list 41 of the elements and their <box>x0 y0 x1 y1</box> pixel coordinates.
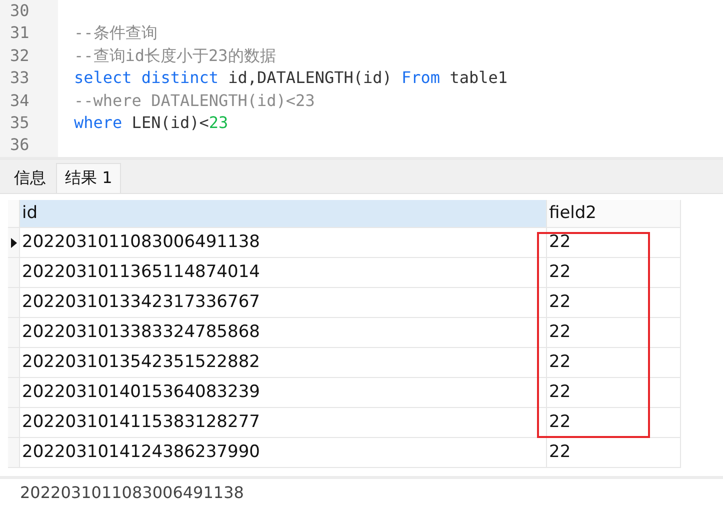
table-cell: 22 <box>547 258 681 288</box>
column-header[interactable]: field2 <box>547 200 681 228</box>
code-token: select distinct <box>74 67 218 90</box>
line-number: 35 <box>9 112 30 134</box>
table-cell: 2022031013542351522882 <box>20 348 547 378</box>
result-tab[interactable]: 信息 <box>6 163 54 193</box>
code-token: id,DATALENGTH(id) <box>227 67 393 90</box>
table-cell: 2022031011083006491138 <box>20 228 547 258</box>
table-cell: 2022031013383324785868 <box>20 318 547 348</box>
status-text: 2022031011083006491138 <box>20 483 244 502</box>
code-token: where <box>74 112 122 134</box>
result-tab[interactable]: 结果 1 <box>56 163 122 193</box>
table-cell: 22 <box>547 408 681 438</box>
line-number: 33 <box>9 67 30 90</box>
table-cell: 22 <box>547 318 681 348</box>
line-number: 36 <box>9 134 30 156</box>
table-cell: 2022031013342317336767 <box>20 288 547 318</box>
code-token: 23 <box>208 112 228 134</box>
corner-cell <box>8 200 20 228</box>
line-number: 34 <box>9 90 30 112</box>
code-token: LEN(id)< <box>130 112 209 134</box>
table-cell: 22 <box>547 378 681 408</box>
code-token: --查询id长度小于23的数据 <box>74 44 276 67</box>
row-pointer-icon <box>10 238 16 248</box>
table-cell: 22 <box>547 288 681 318</box>
line-number: 32 <box>9 44 30 67</box>
table-cell: 2022031014015364083239 <box>20 378 547 408</box>
line-number: 30 <box>9 0 30 22</box>
row-selector[interactable] <box>8 228 20 258</box>
code-token: --条件查询 <box>74 22 158 44</box>
table-cell: 22 <box>547 348 681 378</box>
table-cell: 2022031014115383128277 <box>20 408 547 438</box>
table-cell: 22 <box>547 228 681 258</box>
table-cell: 22 <box>547 438 681 468</box>
code-token: --where DATALENGTH(id)<23 <box>74 90 315 112</box>
table-cell: 2022031011365114874014 <box>20 258 547 288</box>
code-token: table1 <box>448 67 508 90</box>
table-cell: 2022031014124386237990 <box>20 438 547 468</box>
column-header[interactable]: id <box>20 200 547 228</box>
code-token: From <box>402 67 440 90</box>
line-number: 31 <box>9 22 30 44</box>
